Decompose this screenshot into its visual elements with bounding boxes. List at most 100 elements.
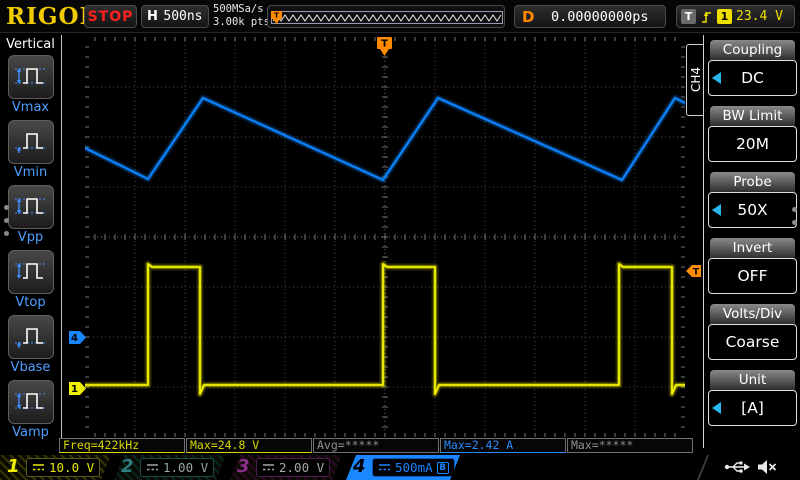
graticule bbox=[85, 37, 685, 437]
waveform-preview[interactable]: T bbox=[267, 5, 505, 28]
dc-coupling-icon bbox=[32, 463, 45, 472]
vpp-label: Vpp bbox=[0, 229, 61, 247]
menu-label-bw-limit: BW Limit bbox=[710, 106, 795, 126]
usb-icon bbox=[724, 460, 750, 474]
vmax-label: Vmax bbox=[0, 99, 61, 117]
svg-text:4: 4 bbox=[71, 333, 78, 344]
trigger-position-preview-icon[interactable]: T bbox=[271, 11, 282, 24]
vmin-button[interactable] bbox=[8, 120, 54, 164]
menu-label-volts-div: Volts/Div bbox=[710, 304, 795, 324]
channel-bar: 1 10.0 V2 1.00 V3 2.00 V4 500mAB bbox=[0, 455, 800, 480]
vmax-button[interactable] bbox=[8, 55, 54, 99]
separator bbox=[697, 455, 709, 480]
channel-1-block[interactable]: 1 10.0 V bbox=[0, 455, 111, 480]
channel-3-number: 3 bbox=[237, 456, 250, 477]
menu-label-probe: Probe bbox=[710, 172, 795, 192]
trigger-level-value: 23.4 V bbox=[736, 9, 783, 24]
vmax-icon bbox=[13, 78, 49, 93]
measure-slot-1[interactable]: Freq=422kHz bbox=[59, 438, 185, 453]
measure-item-vpp: Vpp bbox=[0, 185, 61, 250]
channel-2-block[interactable]: 2 1.00 V bbox=[114, 455, 226, 480]
menu-label-invert: Invert bbox=[710, 238, 795, 258]
svg-text:T: T bbox=[693, 268, 700, 278]
ch4-menu-panel: CouplingDC BW Limit20M Probe50X InvertOFF Vo… bbox=[703, 35, 800, 448]
trigger-label: T bbox=[681, 9, 696, 24]
measure-item-vmax: Vmax bbox=[0, 55, 61, 120]
menu-value-bw-limit[interactable]: 20M bbox=[708, 126, 797, 162]
vamp-button[interactable] bbox=[8, 380, 54, 424]
menu-value-invert[interactable]: OFF bbox=[708, 258, 797, 294]
channel-4-scale: 500mAB bbox=[372, 458, 455, 477]
measurement-bar: Freq=422kHzMax=24.8 VAvg=*****Max=2.42 A… bbox=[59, 438, 693, 453]
right-menu-page-dots bbox=[792, 207, 797, 225]
dc-coupling-icon bbox=[378, 463, 391, 472]
ch4-tab-label: CH4 bbox=[689, 67, 703, 92]
menu-item-coupling: CouplingDC bbox=[708, 40, 797, 96]
vbase-label: Vbase bbox=[0, 359, 61, 377]
channel-4-block[interactable]: 4 500mAB bbox=[346, 455, 460, 480]
menu-item-probe: Probe50X bbox=[708, 172, 797, 228]
menu-item-unit: Unit[A] bbox=[708, 370, 797, 426]
sample-rate: 500MSa/s bbox=[213, 3, 270, 16]
menu-value-coupling[interactable]: DC bbox=[708, 60, 797, 96]
svg-text:1: 1 bbox=[71, 384, 78, 395]
speaker-muted-icon bbox=[757, 459, 777, 475]
channel-3-block[interactable]: 3 2.00 V bbox=[230, 455, 342, 480]
ch4-offset-marker-icon[interactable]: 4 bbox=[69, 331, 86, 344]
menu-value-volts-div[interactable]: Coarse bbox=[708, 324, 797, 360]
measure-slot-2[interactable]: Max=24.8 V bbox=[186, 438, 312, 453]
left-arrow-icon bbox=[712, 72, 721, 84]
menu-value-probe[interactable]: 50X bbox=[708, 192, 797, 228]
trigger-position-marker-icon[interactable]: T bbox=[377, 37, 392, 56]
run-state-label: STOP bbox=[88, 9, 134, 25]
measure-slot-4[interactable]: Max=2.42 A bbox=[440, 438, 566, 453]
left-arrow-icon bbox=[712, 402, 721, 414]
acquisition-info: 500MSa/s 3.00k pts bbox=[213, 3, 270, 29]
memory-depth: 3.00k pts bbox=[213, 16, 270, 29]
vtop-icon bbox=[13, 273, 49, 288]
svg-text:T: T bbox=[274, 12, 279, 20]
measure-item-vbase: Vbase bbox=[0, 315, 61, 380]
vmin-icon bbox=[13, 143, 49, 158]
vertical-measure-menu: Vertical Vmax Vmin Vpp Vtop Vbase Vamp bbox=[0, 35, 62, 448]
channel-1-number: 1 bbox=[7, 456, 20, 477]
timebase-value: 500ns bbox=[158, 9, 208, 24]
measure-slot-5[interactable]: Max=***** bbox=[567, 438, 693, 453]
menu-item-invert: InvertOFF bbox=[708, 238, 797, 294]
channel-4-number: 4 bbox=[353, 456, 366, 477]
measure-item-vtop: Vtop bbox=[0, 250, 61, 315]
channel-2-scale: 1.00 V bbox=[140, 458, 214, 477]
trigger-level-marker-icon[interactable]: T bbox=[686, 264, 701, 278]
menu-value-unit[interactable]: [A] bbox=[708, 390, 797, 426]
channel-3-scale: 2.00 V bbox=[256, 458, 330, 477]
left-menu-page-dots bbox=[4, 205, 9, 236]
vtop-label: Vtop bbox=[0, 294, 61, 312]
menu-item-bw-limit: BW Limit20M bbox=[708, 106, 797, 162]
bw-limit-badge: B bbox=[437, 462, 449, 474]
channel-1-scale: 10.0 V bbox=[26, 458, 100, 477]
trigger-source-badge: 1 bbox=[717, 9, 732, 24]
trigger-info-box: T 1 23.4 V bbox=[676, 5, 795, 28]
vmin-label: Vmin bbox=[0, 164, 61, 182]
vertical-menu-title: Vertical bbox=[0, 35, 61, 55]
vtop-button[interactable] bbox=[8, 250, 54, 294]
scope-display bbox=[85, 37, 685, 437]
menu-label-unit: Unit bbox=[710, 370, 795, 390]
ch1-offset-marker-icon[interactable]: 1 bbox=[69, 382, 86, 395]
measure-slot-3[interactable]: Avg=***** bbox=[313, 438, 439, 453]
delay-value: 0.00000000ps bbox=[534, 9, 665, 25]
delay-box: D 0.00000000ps bbox=[514, 5, 666, 28]
run-state-indicator[interactable]: STOP bbox=[84, 5, 137, 28]
vbase-button[interactable] bbox=[8, 315, 54, 359]
vpp-icon bbox=[13, 208, 49, 223]
channel-2-number: 2 bbox=[121, 456, 134, 477]
vbase-icon bbox=[13, 338, 49, 353]
menu-label-coupling: Coupling bbox=[710, 40, 795, 60]
dc-coupling-icon bbox=[146, 463, 159, 472]
oscilloscope-screen: RIGOL STOP H 500ns 500MSa/s 3.00k pts T … bbox=[0, 0, 800, 480]
vpp-button[interactable] bbox=[8, 185, 54, 229]
left-arrow-icon bbox=[712, 204, 721, 216]
h-label: H bbox=[147, 9, 158, 24]
horizontal-scale-box: H 500ns bbox=[141, 5, 209, 28]
top-bar: RIGOL STOP H 500ns 500MSa/s 3.00k pts T … bbox=[0, 0, 800, 33]
